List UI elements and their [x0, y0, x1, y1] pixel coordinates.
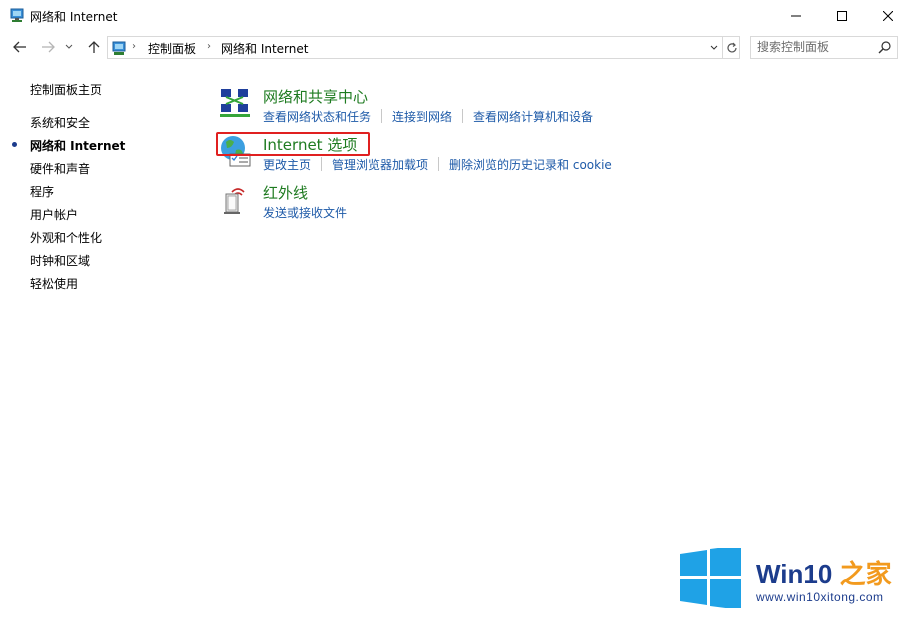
sidebar-item-user-accounts[interactable]: 用户帐户 — [30, 206, 78, 223]
search-icon[interactable] — [877, 40, 893, 56]
infrared-icon — [218, 182, 252, 216]
active-item-bullet — [12, 142, 17, 147]
minimize-icon — [791, 15, 801, 16]
window-title: 网络和 Internet — [30, 10, 118, 24]
link-divider — [321, 157, 323, 171]
watermark-brand: Win10 之家 — [756, 559, 892, 589]
sidebar-item-control-panel-home[interactable]: 控制面板主页 — [30, 81, 102, 98]
minimize-button[interactable] — [773, 0, 819, 31]
network-sharing-icon — [218, 86, 252, 120]
highlight-box — [216, 132, 370, 156]
sidebar-item-appearance[interactable]: 外观和个性化 — [30, 229, 102, 246]
up-button[interactable] — [86, 39, 102, 55]
up-arrow-icon — [88, 41, 100, 53]
maximize-icon — [837, 10, 847, 21]
watermark-url: www.win10xitong.com — [756, 590, 884, 604]
forward-button[interactable] — [40, 39, 56, 55]
link-divider — [438, 157, 440, 171]
link-view-network-computers[interactable]: 查看网络计算机和设备 — [473, 108, 593, 125]
network-internet-icon — [111, 40, 127, 56]
refresh-icon — [726, 42, 737, 52]
category-links: 发送或接收文件 — [263, 204, 347, 221]
network-internet-icon — [9, 7, 25, 23]
close-icon — [883, 10, 893, 21]
chevron-down-icon — [65, 44, 73, 49]
address-dropdown-button[interactable] — [705, 37, 723, 58]
back-arrow-icon — [13, 41, 26, 53]
refresh-button[interactable] — [722, 37, 740, 58]
link-send-receive-files[interactable]: 发送或接收文件 — [263, 204, 347, 221]
category-links: 查看网络状态和任务 连接到网络 查看网络计算机和设备 — [263, 108, 593, 125]
recent-locations-button[interactable] — [64, 39, 74, 55]
link-change-homepage[interactable]: 更改主页 — [263, 156, 311, 173]
sidebar-item-programs[interactable]: 程序 — [30, 183, 54, 200]
link-view-network-status[interactable]: 查看网络状态和任务 — [263, 108, 371, 125]
search-box[interactable] — [750, 36, 898, 59]
chevron-down-icon — [710, 45, 718, 50]
sidebar-item-network-internet[interactable]: 网络和 Internet — [30, 137, 125, 154]
breadcrumb-network-internet[interactable]: 网络和 Internet — [221, 40, 308, 57]
link-divider — [381, 109, 383, 123]
link-manage-addons[interactable]: 管理浏览器加载项 — [332, 156, 428, 173]
back-button[interactable] — [12, 39, 28, 55]
maximize-button[interactable] — [819, 0, 865, 31]
link-divider — [462, 109, 464, 123]
sidebar-item-hardware-sound[interactable]: 硬件和声音 — [30, 160, 90, 177]
address-bar[interactable]: › 控制面板 › 网络和 Internet — [107, 36, 740, 59]
sidebar-item-clock-region[interactable]: 时钟和区域 — [30, 252, 90, 269]
breadcrumb-control-panel[interactable]: 控制面板 — [148, 40, 196, 57]
category-links: 更改主页 管理浏览器加载项 删除浏览的历史记录和 cookie — [263, 156, 612, 173]
breadcrumb-separator-icon: › — [207, 41, 211, 52]
category-title-network-sharing[interactable]: 网络和共享中心 — [263, 86, 368, 107]
sidebar-item-system-security[interactable]: 系统和安全 — [30, 114, 90, 131]
category-title-infrared[interactable]: 红外线 — [263, 182, 308, 203]
title-bar: 网络和 Internet — [0, 0, 911, 31]
watermark: Win10 之家 www.win10xitong.com — [680, 545, 892, 611]
breadcrumb-separator-icon: › — [132, 41, 136, 52]
search-input[interactable] — [757, 40, 872, 54]
link-connect-to-network[interactable]: 连接到网络 — [392, 108, 452, 125]
forward-arrow-icon — [42, 41, 55, 53]
close-button[interactable] — [865, 0, 911, 31]
sidebar-item-ease-of-access[interactable]: 轻松使用 — [30, 275, 78, 292]
windows-logo-icon — [680, 545, 741, 610]
link-delete-history-cookies[interactable]: 删除浏览的历史记录和 cookie — [449, 156, 612, 173]
